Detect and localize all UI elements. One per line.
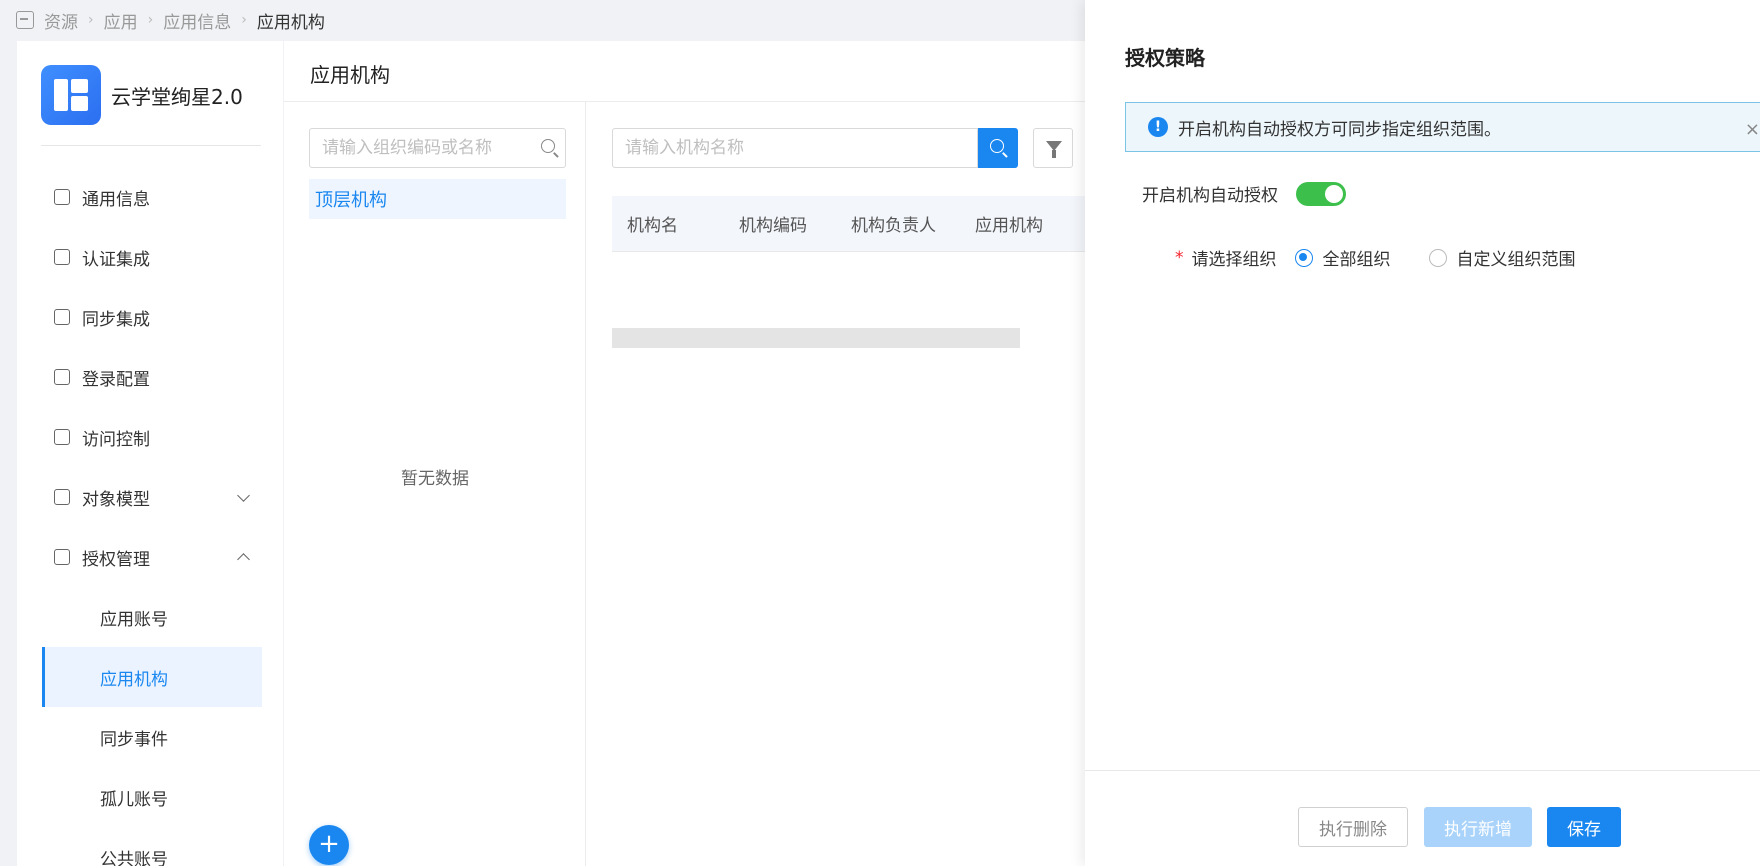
info-alert: ! 开启机构自动授权方可同步指定组织范围。 × (1125, 102, 1760, 152)
login-icon (54, 369, 70, 385)
key-icon (54, 549, 70, 565)
chevron-right-icon: › (147, 12, 154, 28)
sidebar-item-label: 对象模型 (82, 489, 150, 510)
sidebar-item-object-model[interactable]: 对象模型 (42, 467, 262, 527)
toggle-knob (1325, 184, 1343, 203)
radio-custom-label: 自定义组织范围 (1456, 250, 1576, 270)
sidebar-item-label: 认证集成 (82, 249, 150, 270)
auto-auth-toggle[interactable] (1296, 181, 1346, 206)
sidebar-subitem-public-accounts[interactable]: 公共账号 (42, 827, 262, 866)
sidebar-item-label: 同步集成 (82, 309, 150, 330)
required-mark: * (1175, 247, 1184, 268)
filter-icon (1046, 141, 1062, 158)
breadcrumb-resource[interactable]: 资源 (44, 8, 78, 33)
sidebar-item-login-config[interactable]: 登录配置 (42, 347, 262, 407)
sidebar-item-general-info[interactable]: 通用信息 (42, 167, 262, 227)
search-icon (990, 139, 1004, 153)
app-logo-icon (41, 65, 101, 125)
sliders-icon (54, 249, 70, 265)
chevron-right-icon: › (88, 12, 94, 28)
radio-custom-scope[interactable]: 自定义组织范围 (1428, 245, 1576, 270)
column-header-org-manager[interactable]: 机构负责人 (836, 211, 960, 236)
column-header-app-org[interactable]: 应用机构 (960, 211, 1070, 236)
radio-all-label: 全部组织 (1322, 250, 1391, 270)
alert-text: 开启机构自动授权方可同步指定组织范围。 (1178, 119, 1501, 140)
sidebar-item-label: 授权管理 (82, 549, 150, 570)
sidebar-item-label: 访问控制 (82, 429, 150, 450)
auto-auth-row: 开启机构自动授权 (1142, 181, 1346, 206)
select-org-label: 请选择组织 (1191, 250, 1277, 270)
chevron-down-icon (237, 489, 250, 502)
breadcrumb-current: 应用机构 (256, 12, 325, 33)
auto-auth-label: 开启机构自动授权 (1142, 186, 1278, 206)
breadcrumb-app[interactable]: 应用 (104, 8, 138, 33)
sidebar-item-label: 通用信息 (82, 189, 150, 210)
sidebar-menu: 通用信息 认证集成 同步集成 登录配置 访问控制 对象模型 授权管理 应用账号 … (42, 167, 262, 866)
sidebar-subitem-app-org[interactable]: 应用机构 (42, 647, 262, 707)
sidebar-subitem-orphan-accounts[interactable]: 孤儿账号 (42, 767, 262, 827)
column-header-org-code[interactable]: 机构编码 (724, 211, 836, 236)
empty-state-text: 暂无数据 (401, 469, 469, 489)
sidebar-item-authorization[interactable]: 授权管理 (42, 527, 262, 587)
org-tree-pane: 顶层机构 暂无数据 + (284, 102, 586, 866)
app-name: 云学堂绚星2.0 (111, 84, 243, 109)
save-button[interactable]: 保存 (1547, 807, 1621, 847)
close-icon[interactable]: × (1745, 119, 1760, 140)
radio-unchecked-icon (1428, 248, 1447, 267)
chevron-right-icon: › (241, 12, 247, 28)
breadcrumb: 资源 › 应用 › 应用信息 › 应用机构 (16, 8, 325, 33)
column-header-org-name[interactable]: 机构名 (612, 211, 724, 236)
main-panel: 应用机构 顶层机构 暂无数据 + 机构名 机构编码 机构负责人 应用机构 (284, 41, 1085, 866)
add-button[interactable]: + (309, 825, 349, 865)
resource-icon (16, 11, 34, 29)
radio-checked-icon (1294, 248, 1313, 267)
top-bar: 资源 › 应用 › 应用信息 › 应用机构 (0, 0, 1085, 40)
sidebar-divider (41, 145, 261, 146)
table-header: 机构名 机构编码 机构负责人 应用机构 (612, 196, 1085, 252)
info-icon: ! (1148, 117, 1168, 137)
select-org-row: * 请选择组织 全部组织 自定义组织范围 (1175, 245, 1576, 271)
horizontal-scrollbar[interactable] (612, 328, 1020, 348)
drawer-title: 授权策略 (1125, 46, 1205, 70)
document-icon (54, 189, 70, 205)
app-header: 云学堂绚星2.0 (41, 65, 243, 125)
drawer-footer: 执行删除 执行新增 保存 (1085, 770, 1760, 866)
sidebar-subitem-app-account[interactable]: 应用账号 (42, 587, 262, 647)
sidebar-item-access-control[interactable]: 访问控制 (42, 407, 262, 467)
sidebar-subitem-sync-events[interactable]: 同步事件 (42, 707, 262, 767)
search-icon[interactable] (541, 139, 555, 153)
sidebar-item-auth-integration[interactable]: 认证集成 (42, 227, 262, 287)
sidebar: 云学堂绚星2.0 通用信息 认证集成 同步集成 登录配置 访问控制 对象模型 授… (17, 41, 283, 866)
page-title: 应用机构 (310, 63, 390, 87)
radio-all-orgs[interactable]: 全部组织 (1294, 245, 1391, 270)
execute-add-button[interactable]: 执行新增 (1424, 807, 1532, 847)
sync-icon (54, 309, 70, 325)
org-name-search-input[interactable] (612, 128, 978, 168)
sidebar-item-sync-integration[interactable]: 同步集成 (42, 287, 262, 347)
execute-delete-button[interactable]: 执行删除 (1298, 807, 1408, 847)
chevron-up-icon (237, 553, 250, 566)
org-tree-search-input[interactable] (309, 128, 566, 168)
authorization-policy-drawer: 授权策略 ! 开启机构自动授权方可同步指定组织范围。 × 开启机构自动授权 * … (1085, 0, 1760, 866)
search-button[interactable] (978, 128, 1018, 168)
tree-node-top-org[interactable]: 顶层机构 (309, 179, 566, 219)
breadcrumb-app-info[interactable]: 应用信息 (163, 8, 231, 33)
sidebar-item-label: 登录配置 (82, 369, 150, 390)
filter-button[interactable] (1033, 128, 1073, 168)
model-icon (54, 489, 70, 505)
access-icon (54, 429, 70, 445)
